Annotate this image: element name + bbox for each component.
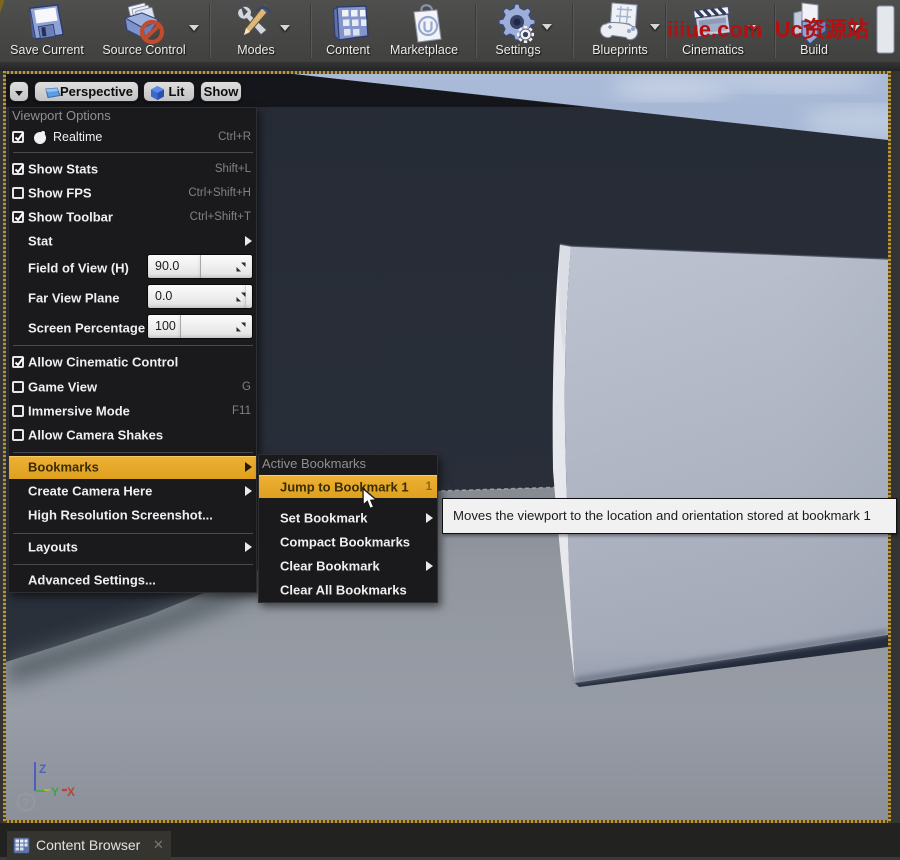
svg-text:?: ? xyxy=(22,796,29,810)
svg-text:Z: Z xyxy=(39,762,46,776)
svg-text:X: X xyxy=(67,785,75,799)
svg-text:Y: Y xyxy=(51,785,59,799)
